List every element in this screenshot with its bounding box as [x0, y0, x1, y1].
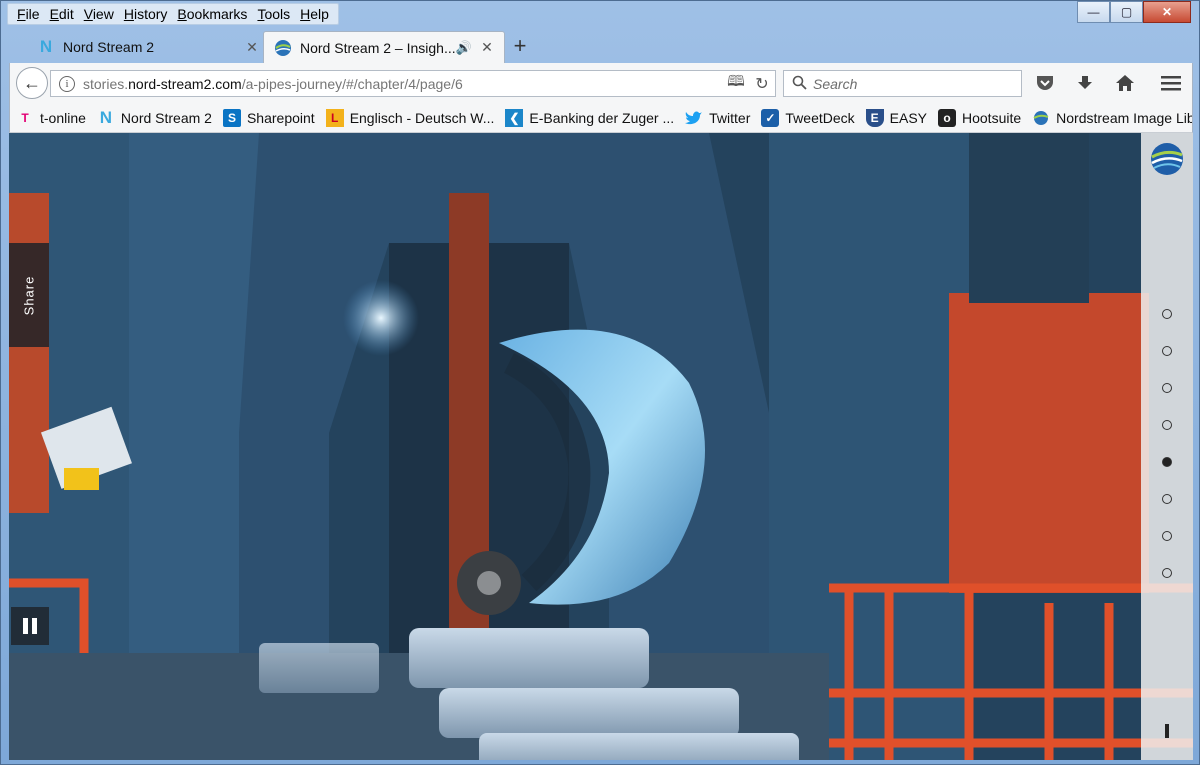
- minimize-button[interactable]: —: [1077, 1, 1110, 23]
- globe-logo-icon: [274, 39, 292, 57]
- tab-title: Nord Stream 2 – Insigh...: [300, 39, 456, 56]
- menu-tools[interactable]: Tools: [252, 6, 295, 22]
- twitter-bird-icon: [685, 109, 703, 127]
- bookmark-easy[interactable]: E EASY: [865, 108, 927, 127]
- maximize-button[interactable]: ▢: [1110, 1, 1143, 23]
- navigation-toolbar: ← i stories.nord-stream2.com/a-pipes-jou…: [9, 63, 1193, 103]
- page-dot[interactable]: [1162, 420, 1172, 430]
- menu-view[interactable]: View: [79, 6, 119, 22]
- search-input[interactable]: [813, 75, 1021, 92]
- bookmark-nord-stream-2[interactable]: N Nord Stream 2: [97, 107, 212, 127]
- menu-bookmarks[interactable]: Bookmarks: [172, 6, 252, 22]
- page-dot[interactable]: [1162, 568, 1172, 578]
- tab-title: Nord Stream 2: [63, 39, 155, 55]
- info-icon[interactable]: i: [59, 75, 75, 92]
- bookmarks-toolbar: T t-online N Nord Stream 2 S Sharepoint …: [9, 103, 1193, 133]
- page-dot[interactable]: [1162, 531, 1172, 541]
- tab-strip: N Nord Stream 2 ✕ Nord Stream 2 – Insigh…: [9, 27, 1193, 63]
- t-online-icon: T: [21, 110, 29, 125]
- tab-nord-stream-insights[interactable]: Nord Stream 2 – Insigh... 🔊 ✕: [263, 31, 505, 63]
- story-content[interactable]: Share: [9, 133, 1193, 760]
- nord-stream-globe-logo-icon[interactable]: [1149, 141, 1185, 180]
- home-icon[interactable]: [1112, 71, 1138, 95]
- menu-edit[interactable]: Edit: [45, 6, 79, 22]
- scroll-indicator: [1165, 724, 1169, 738]
- menu-file[interactable]: File: [12, 6, 45, 22]
- bookmark-t-online[interactable]: T t-online: [16, 109, 86, 127]
- reload-icon[interactable]: ↻: [749, 74, 775, 94]
- window-controls: — ▢ ✕: [1077, 1, 1191, 23]
- menu-help[interactable]: Help: [295, 6, 334, 22]
- page-dot[interactable]: [1162, 309, 1172, 319]
- globe-logo-icon: [1032, 109, 1050, 127]
- hootsuite-owl-icon: o: [938, 108, 956, 127]
- search-box[interactable]: [783, 70, 1022, 97]
- close-tab-icon[interactable]: ✕: [245, 39, 259, 56]
- url-bar[interactable]: i stories.nord-stream2.com/a-pipes-journ…: [50, 70, 776, 97]
- bookmark-e-banking[interactable]: ❮ E-Banking der Zuger ...: [505, 108, 674, 127]
- sharepoint-icon: S: [222, 108, 241, 127]
- page-dot[interactable]: [1162, 383, 1172, 393]
- easy-shield-icon: E: [865, 108, 884, 127]
- tab-nord-stream-2[interactable]: N Nord Stream 2 ✕: [27, 31, 269, 63]
- download-icon[interactable]: [1072, 71, 1098, 95]
- nord-stream-n-icon: N: [99, 107, 113, 127]
- new-tab-button[interactable]: +: [505, 31, 535, 61]
- share-button[interactable]: Share: [9, 243, 49, 347]
- nord-stream-n-icon: N: [39, 37, 53, 56]
- menu-bar: File Edit View History Bookmarks Tools H…: [7, 3, 339, 25]
- menu-history[interactable]: History: [119, 6, 173, 22]
- back-button[interactable]: ←: [16, 67, 48, 99]
- page-dot[interactable]: [1162, 346, 1172, 356]
- pause-button[interactable]: [11, 607, 49, 645]
- page-dot[interactable]: [1162, 457, 1172, 467]
- url-text[interactable]: stories.nord-stream2.com/a-pipes-journey…: [83, 76, 723, 92]
- back-arrow-icon: ←: [23, 72, 41, 93]
- reader-view-icon[interactable]: 🕮: [723, 71, 749, 96]
- close-window-button[interactable]: ✕: [1143, 1, 1191, 23]
- browser-window: File Edit View History Bookmarks Tools H…: [0, 0, 1200, 765]
- pause-icon: [23, 618, 28, 634]
- bookmark-twitter[interactable]: Twitter: [685, 109, 750, 127]
- speaker-icon[interactable]: 🔊: [456, 40, 472, 56]
- pocket-icon[interactable]: [1032, 71, 1058, 95]
- bookmark-englisch-deutsch[interactable]: L Englisch - Deutsch W...: [325, 108, 494, 127]
- bank-icon: ❮: [505, 108, 524, 127]
- tweetdeck-icon: ✓: [761, 108, 780, 127]
- page-dot[interactable]: [1162, 494, 1172, 504]
- magnifier-icon: [792, 75, 807, 93]
- bookmark-hootsuite[interactable]: o Hootsuite: [938, 108, 1021, 127]
- pipe-mill-photo: [9, 133, 1193, 760]
- bookmark-nordstream-image-lib[interactable]: Nordstream Image Lib...: [1032, 109, 1192, 127]
- bookmark-tweetdeck[interactable]: ✓ TweetDeck: [761, 108, 855, 127]
- bookmark-sharepoint[interactable]: S Sharepoint: [222, 108, 315, 127]
- chapter-navigation-rail: [1141, 133, 1193, 760]
- hamburger-menu-icon[interactable]: [1158, 71, 1184, 95]
- close-tab-icon[interactable]: ✕: [480, 39, 494, 56]
- leo-dictionary-icon: L: [325, 108, 344, 127]
